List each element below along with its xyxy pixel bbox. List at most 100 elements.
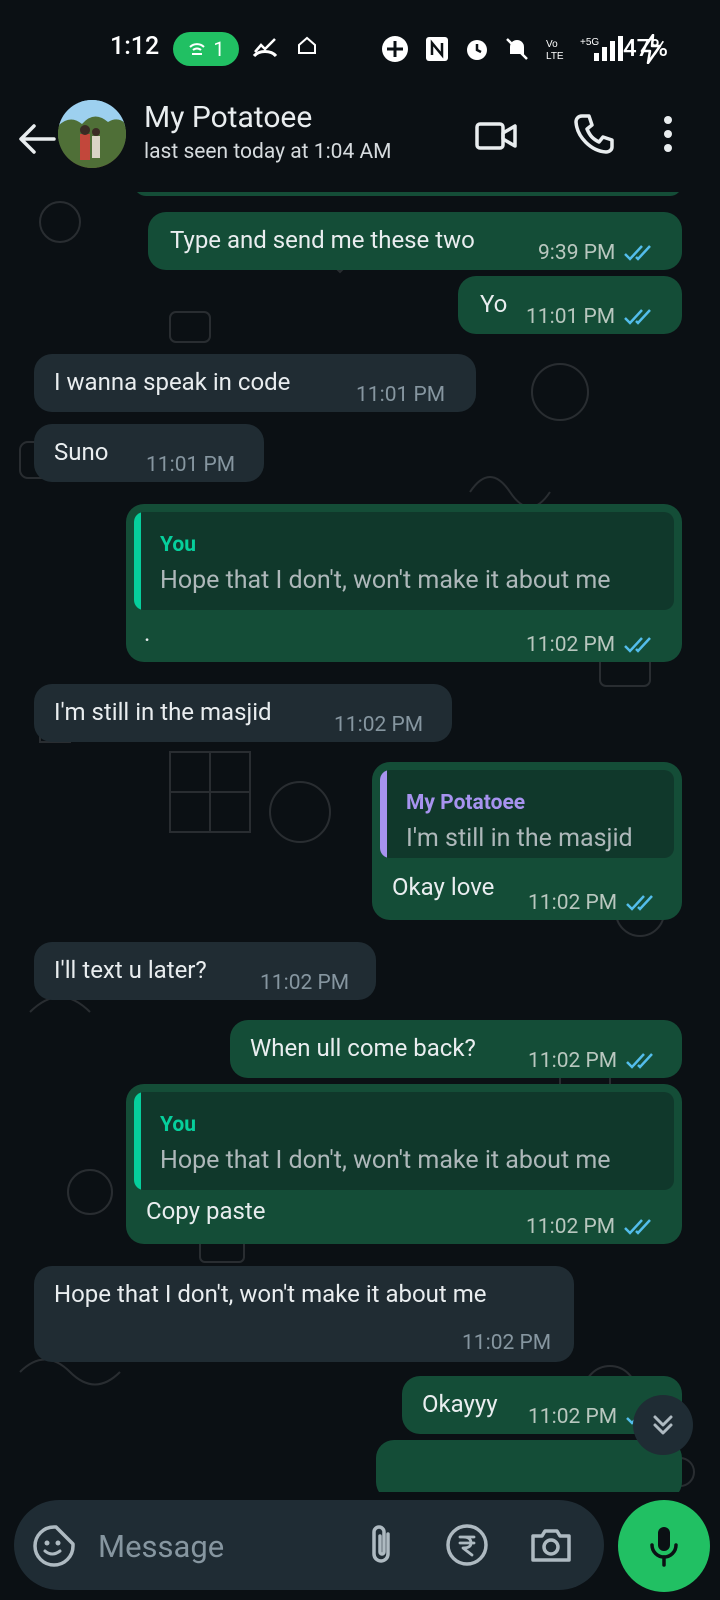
more-options-icon[interactable] bbox=[654, 110, 682, 158]
message-time: 11:01 PM bbox=[356, 383, 446, 407]
scroll-to-bottom-button[interactable] bbox=[633, 1395, 693, 1455]
message-text: When ull come back? bbox=[250, 1034, 476, 1062]
chat-header: My Potatoee last seen today at 1:04 AM bbox=[0, 92, 720, 192]
signal-5g-icon: +5G bbox=[580, 36, 623, 61]
message-bubble-incoming[interactable]: I'm still in the masjid 11:02 PM bbox=[34, 684, 452, 742]
message-meta: 11:01 PM bbox=[146, 448, 235, 482]
rupee-payment-icon[interactable] bbox=[444, 1522, 490, 1568]
message-meta: 11:02 PM bbox=[528, 1044, 659, 1078]
message-bubble-incoming[interactable]: Suno 11:01 PM bbox=[34, 424, 264, 482]
chat-area[interactable]: Type and send me these two 9:39 PM Yo 11… bbox=[0, 192, 720, 1492]
missed-call-icon bbox=[252, 38, 278, 58]
quote-author: You bbox=[160, 1113, 196, 1137]
clock: 1:12 bbox=[110, 32, 160, 61]
message-meta: 11:02 PM bbox=[334, 708, 423, 742]
quote-text: I'm still in the masjid bbox=[406, 824, 633, 853]
volte-icon: VoLTE bbox=[546, 39, 564, 62]
double-check-icon bbox=[624, 1219, 652, 1235]
message-time: 11:02 PM bbox=[528, 1049, 618, 1073]
message-bubble-incoming[interactable]: I wanna speak in code 11:01 PM bbox=[34, 354, 476, 412]
sticker-emoji-icon[interactable] bbox=[32, 1524, 76, 1568]
message-time: 11:01 PM bbox=[146, 453, 236, 477]
camera-icon[interactable] bbox=[528, 1522, 574, 1568]
message-time: 11:02 PM bbox=[528, 1405, 618, 1429]
message-text: Suno bbox=[54, 438, 109, 466]
message-text: . bbox=[144, 619, 151, 647]
message-text: I wanna speak in code bbox=[54, 368, 291, 396]
double-check-icon bbox=[624, 245, 652, 261]
voice-record-button[interactable] bbox=[618, 1500, 710, 1592]
double-check-icon bbox=[626, 1053, 654, 1069]
message-meta: 11:02 PM bbox=[462, 1326, 551, 1360]
message-bubble-outgoing[interactable]: Type and send me these two 9:39 PM bbox=[148, 212, 682, 270]
status-bar: 1:12 1 Vo LTE +5G 47% bbox=[0, 0, 720, 92]
double-chevron-down-icon bbox=[653, 1415, 673, 1435]
message-meta: 11:02 PM bbox=[528, 886, 659, 920]
double-check-icon bbox=[626, 895, 654, 911]
svg-text:+5G: +5G bbox=[580, 37, 599, 48]
last-seen: last seen today at 1:04 AM bbox=[144, 140, 392, 164]
message-bubble-incoming[interactable]: Hope that I don't, won't make it about m… bbox=[34, 1266, 574, 1362]
hotspot-icon bbox=[189, 43, 206, 55]
home-icon bbox=[298, 36, 316, 54]
message-bubble-partial[interactable] bbox=[134, 192, 682, 196]
data-saver-icon bbox=[382, 36, 408, 62]
message-meta: 11:02 PM bbox=[260, 966, 349, 1000]
message-text: I'm still in the masjid bbox=[54, 698, 272, 726]
message-time: 11:02 PM bbox=[526, 1215, 616, 1239]
message-time: 11:01 PM bbox=[526, 305, 616, 329]
nfc-icon bbox=[426, 37, 448, 61]
message-bubble-outgoing[interactable]: Yo 11:01 PM bbox=[458, 276, 682, 334]
hotspot-pill: 1 bbox=[173, 32, 239, 66]
message-input[interactable] bbox=[96, 1520, 340, 1572]
quote-author: You bbox=[160, 533, 196, 557]
mute-icon bbox=[506, 38, 528, 60]
message-text: Okayyy bbox=[422, 1390, 498, 1418]
quoted-message[interactable]: You Hope that I don't, won't make it abo… bbox=[134, 1092, 674, 1190]
quoted-message[interactable]: My Potatoee I'm still in the masjid bbox=[380, 770, 674, 858]
double-check-icon bbox=[624, 309, 652, 325]
message-text: Copy paste bbox=[146, 1197, 266, 1225]
message-time: 11:02 PM bbox=[334, 713, 424, 737]
svg-text:LTE: LTE bbox=[546, 51, 564, 62]
message-text: Yo bbox=[480, 290, 508, 318]
quote-text: Hope that I don't, won't make it about m… bbox=[160, 566, 611, 595]
hotspot-count: 1 bbox=[213, 37, 225, 61]
message-bubble-partial[interactable] bbox=[376, 1440, 682, 1492]
message-time: 9:39 PM bbox=[538, 241, 616, 265]
message-bubble-incoming[interactable]: I'll text u later? 11:02 PM bbox=[34, 942, 376, 1000]
message-bubble-outgoing[interactable]: You Hope that I don't, won't make it abo… bbox=[126, 1084, 682, 1244]
back-arrow-icon[interactable] bbox=[14, 116, 60, 162]
message-time: 11:02 PM bbox=[462, 1331, 552, 1355]
message-time: 11:02 PM bbox=[528, 891, 618, 915]
alarm-icon bbox=[467, 40, 487, 60]
quoted-message[interactable]: You Hope that I don't, won't make it abo… bbox=[134, 512, 674, 610]
double-check-icon bbox=[624, 637, 652, 653]
message-meta: 11:01 PM bbox=[526, 300, 657, 334]
message-text: I'll text u later? bbox=[54, 956, 207, 984]
message-time: 11:02 PM bbox=[260, 971, 350, 995]
voice-call-icon[interactable] bbox=[572, 112, 616, 156]
message-composer bbox=[14, 1500, 604, 1590]
message-meta: 11:02 PM bbox=[526, 628, 657, 662]
message-bubble-outgoing[interactable]: When ull come back? 11:02 PM bbox=[230, 1020, 682, 1078]
svg-text:Vo: Vo bbox=[546, 39, 558, 50]
battery-level: 47% bbox=[623, 34, 668, 62]
message-time: 11:02 PM bbox=[526, 633, 616, 657]
microphone-icon bbox=[650, 1527, 678, 1567]
message-bubble-outgoing[interactable]: You Hope that I don't, won't make it abo… bbox=[126, 504, 682, 662]
quote-text: Hope that I don't, won't make it about m… bbox=[160, 1146, 611, 1175]
quote-author: My Potatoee bbox=[406, 791, 526, 815]
message-text: Hope that I don't, won't make it about m… bbox=[54, 1280, 487, 1308]
message-meta: 11:01 PM bbox=[356, 378, 445, 412]
avatar-photo-icon bbox=[58, 100, 126, 168]
message-meta: 11:02 PM bbox=[526, 1210, 657, 1244]
video-call-icon[interactable] bbox=[474, 114, 518, 158]
contact-avatar[interactable] bbox=[58, 100, 126, 168]
message-meta: 9:39 PM bbox=[538, 236, 657, 270]
message-text: Okay love bbox=[392, 873, 495, 901]
contact-name[interactable]: My Potatoee bbox=[144, 100, 312, 135]
message-bubble-outgoing[interactable]: My Potatoee I'm still in the masjid Okay… bbox=[372, 762, 682, 920]
attach-icon[interactable] bbox=[360, 1520, 404, 1570]
message-text: Type and send me these two bbox=[170, 226, 475, 254]
